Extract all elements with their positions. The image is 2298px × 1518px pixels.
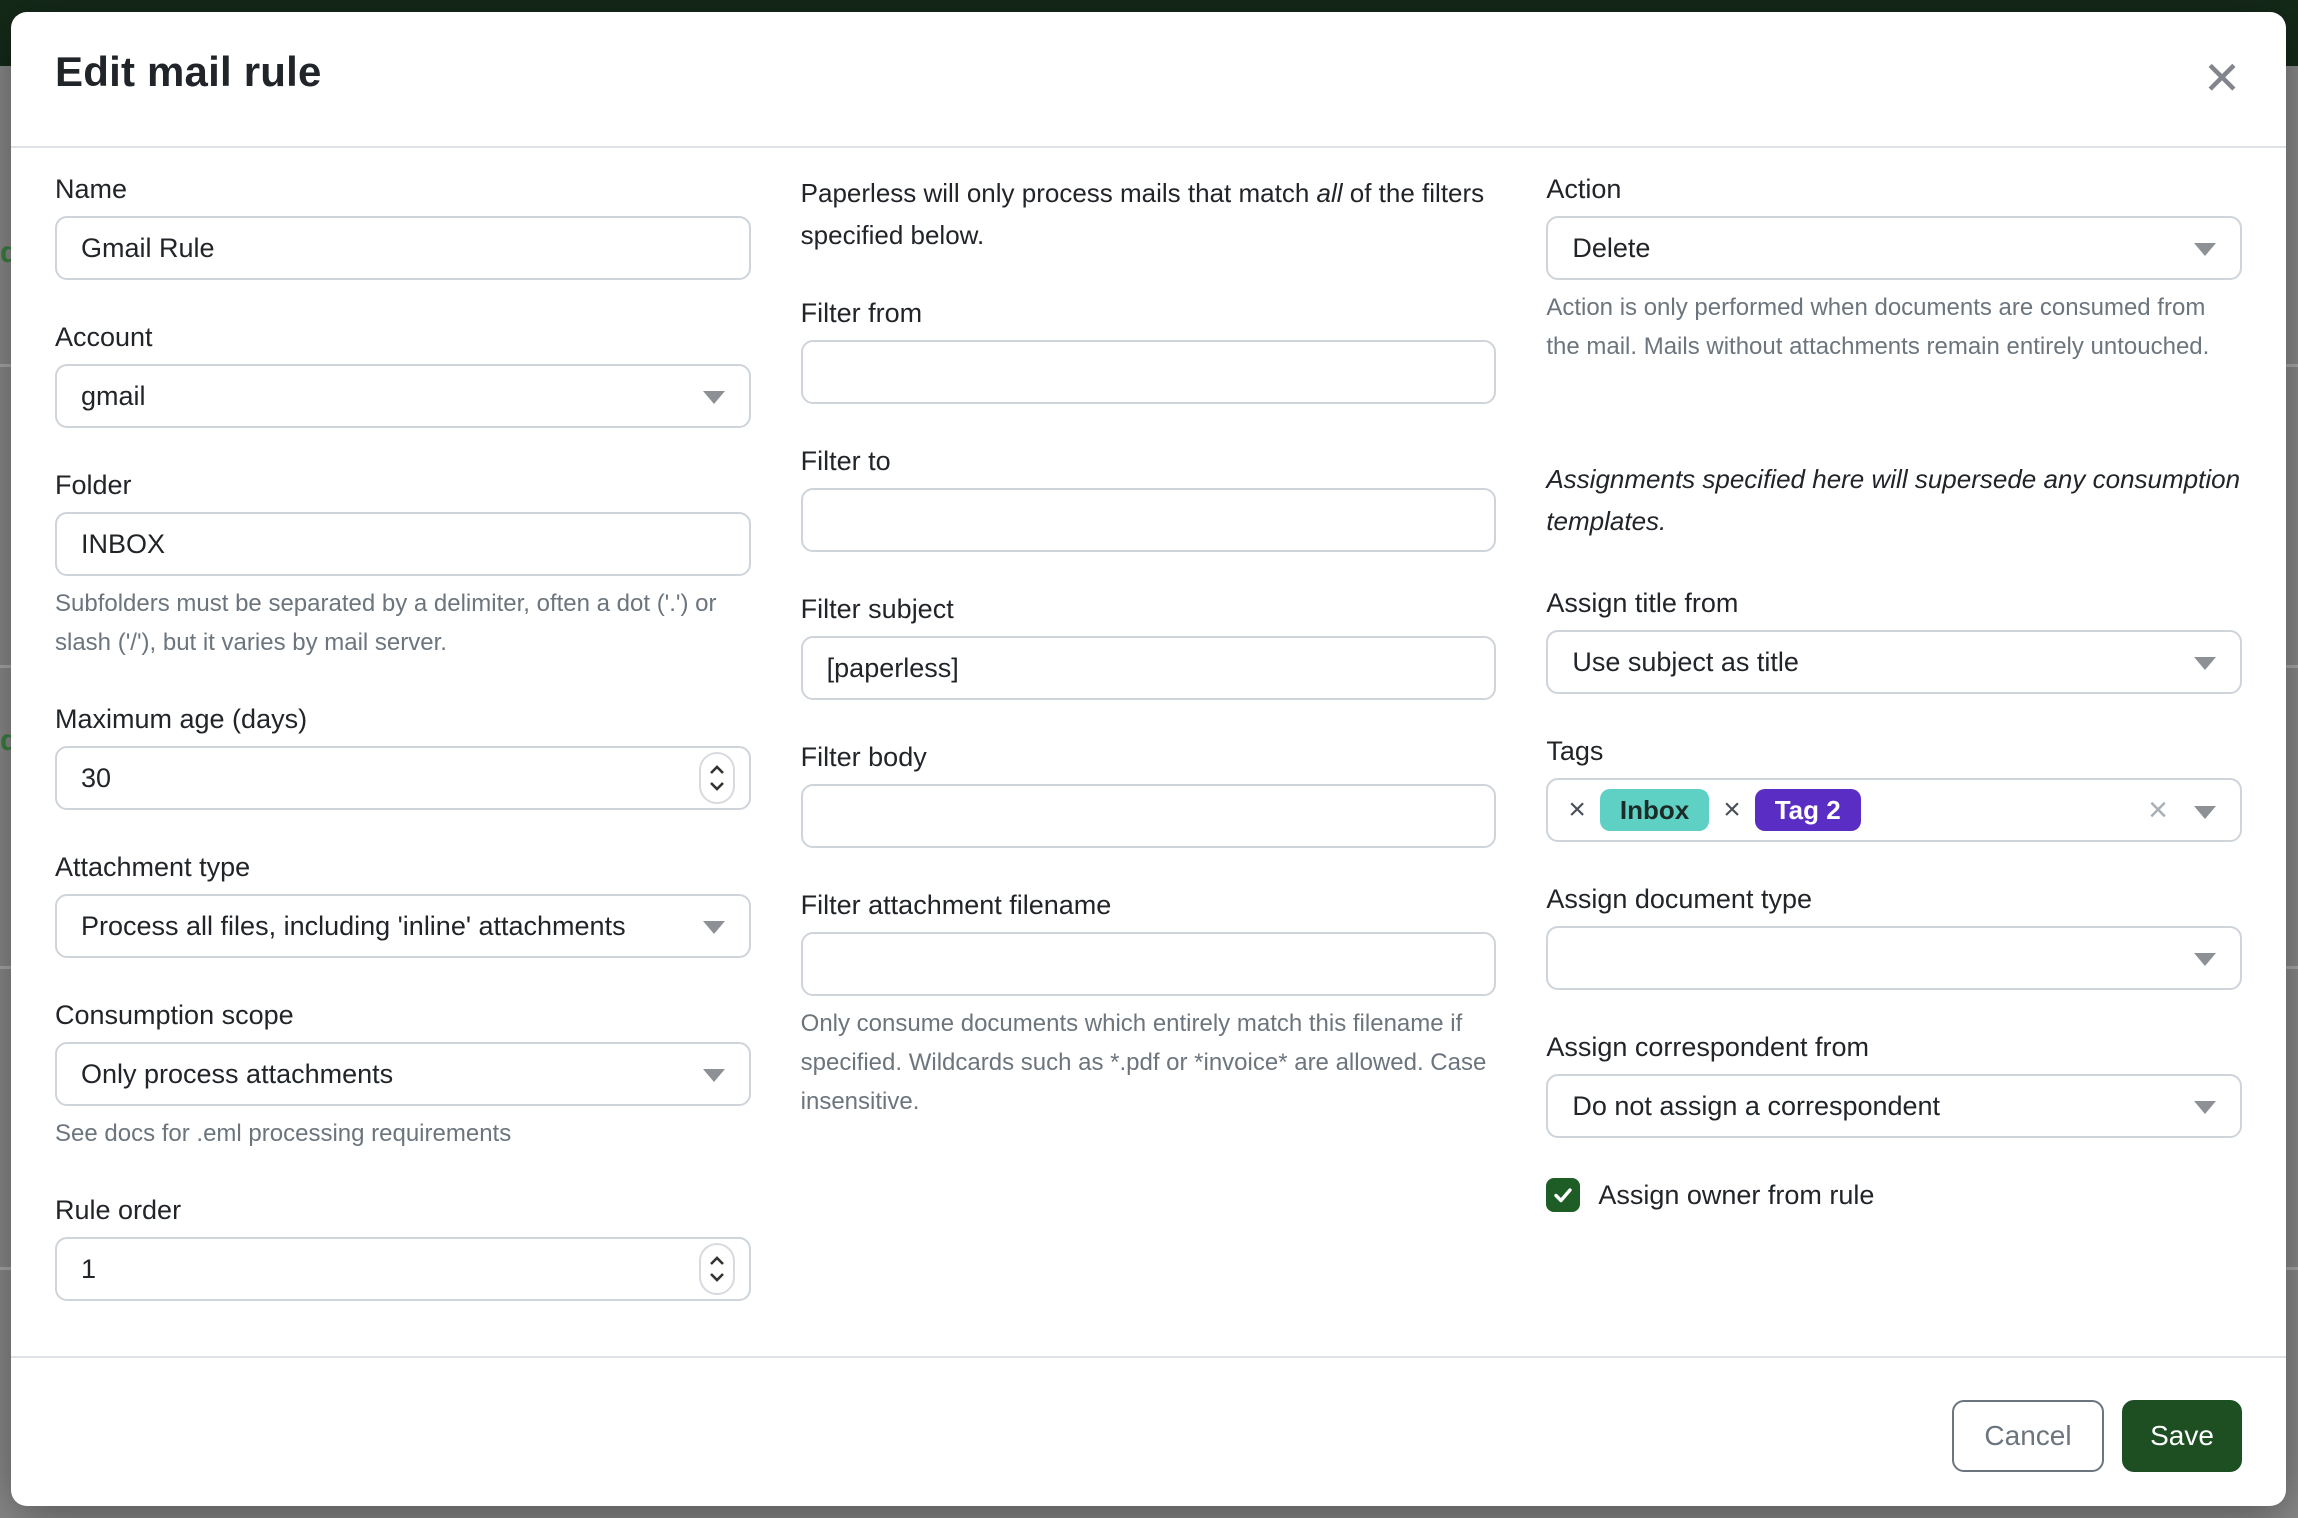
assign-correspondent-from-label: Assign correspondent from [1546, 1030, 2242, 1064]
number-stepper[interactable] [699, 752, 735, 804]
consumption-scope-select[interactable]: Only process attachments [55, 1042, 751, 1106]
tag-chip: Inbox [1600, 789, 1709, 831]
modal-title: Edit mail rule [55, 48, 2242, 96]
chevron-down-icon [2194, 657, 2216, 670]
account-label: Account [55, 320, 751, 354]
stepper-up-icon [707, 763, 727, 777]
stepper-down-icon [707, 779, 727, 793]
chevron-down-icon [2194, 243, 2216, 256]
action-select[interactable]: Delete [1546, 216, 2242, 280]
modal-body: Name Account gmail Folder [11, 148, 2286, 1356]
remove-tag-icon[interactable]: × [1723, 795, 1741, 825]
field-assign-document-type: Assign document type [1546, 882, 2242, 990]
field-action: Action Delete Action is only performed w… [1546, 172, 2242, 366]
action-label: Action [1546, 172, 2242, 206]
assign-title-from-label: Assign title from [1546, 586, 2242, 620]
rule-order-label: Rule order [55, 1193, 751, 1227]
consumption-scope-label: Consumption scope [55, 998, 751, 1032]
field-folder: Folder Subfolders must be separated by a… [55, 468, 751, 662]
chevron-down-icon [703, 391, 725, 404]
remove-tag-icon[interactable]: × [1568, 795, 1586, 825]
column-actions: Action Delete Action is only performed w… [1546, 172, 2242, 1356]
field-assign-correspondent-from: Assign correspondent from Do not assign … [1546, 1030, 2242, 1138]
assign-title-from-value: Use subject as title [1572, 647, 1799, 678]
filter-body-input[interactable] [803, 786, 1495, 846]
save-button[interactable]: Save [2122, 1400, 2242, 1472]
modal-footer: Cancel Save [11, 1356, 2286, 1506]
checkmark-icon [1552, 1184, 1574, 1206]
chevron-down-icon [2194, 806, 2216, 819]
column-filters: Paperless will only process mails that m… [801, 172, 1497, 1356]
name-input[interactable] [57, 218, 749, 278]
dimmed-background-page: d d Edit mail rule ✕ Name Account gmail [0, 0, 2298, 1518]
chevron-down-icon [2194, 1101, 2216, 1114]
filter-from-label: Filter from [801, 296, 1497, 330]
field-tags: Tags × Inbox × Tag 2 × [1546, 734, 2242, 842]
field-assign-title-from: Assign title from Use subject as title [1546, 586, 2242, 694]
folder-label: Folder [55, 468, 751, 502]
max-age-input[interactable] [57, 748, 749, 808]
chevron-down-icon [703, 1069, 725, 1082]
assign-title-from-select[interactable]: Use subject as title [1546, 630, 2242, 694]
field-attachment-type: Attachment type Process all files, inclu… [55, 850, 751, 958]
chevron-down-icon [2194, 953, 2216, 966]
filter-to-input[interactable] [803, 490, 1495, 550]
action-value: Delete [1572, 233, 1650, 264]
close-icon[interactable]: ✕ [2196, 52, 2248, 104]
account-value: gmail [81, 381, 146, 412]
field-account: Account gmail [55, 320, 751, 428]
assign-document-type-select[interactable] [1546, 926, 2242, 990]
field-filter-body: Filter body [801, 740, 1497, 848]
assign-owner-checkbox[interactable] [1546, 1178, 1580, 1212]
field-consumption-scope: Consumption scope Only process attachmen… [55, 998, 751, 1153]
modal-header: Edit mail rule ✕ [11, 12, 2286, 148]
assign-correspondent-from-select[interactable]: Do not assign a correspondent [1546, 1074, 2242, 1138]
assign-document-type-label: Assign document type [1546, 882, 2242, 916]
folder-input[interactable] [57, 514, 749, 574]
cancel-button[interactable]: Cancel [1952, 1400, 2104, 1472]
filter-attachment-filename-input[interactable] [803, 934, 1495, 994]
name-label: Name [55, 172, 751, 206]
column-general: Name Account gmail Folder [55, 172, 751, 1356]
max-age-label: Maximum age (days) [55, 702, 751, 736]
clear-tags-icon[interactable]: × [2148, 793, 2168, 827]
filter-from-input[interactable] [803, 342, 1495, 402]
assign-owner-row: Assign owner from rule [1546, 1178, 2242, 1212]
chevron-down-icon [703, 921, 725, 934]
folder-help-text: Subfolders must be separated by a delimi… [55, 584, 751, 662]
assignments-note: Assignments specified here will supersed… [1546, 458, 2242, 542]
assign-correspondent-from-value: Do not assign a correspondent [1572, 1091, 1940, 1122]
attachment-type-value: Process all files, including 'inline' at… [81, 911, 626, 942]
filter-body-label: Filter body [801, 740, 1497, 774]
consumption-scope-value: Only process attachments [81, 1059, 393, 1090]
tags-label: Tags [1546, 734, 2242, 768]
assign-owner-label: Assign owner from rule [1598, 1180, 1874, 1211]
attachment-type-label: Attachment type [55, 850, 751, 884]
field-name: Name [55, 172, 751, 280]
attachment-type-select[interactable]: Process all files, including 'inline' at… [55, 894, 751, 958]
field-filter-from: Filter from [801, 296, 1497, 404]
field-filter-subject: Filter subject [801, 592, 1497, 700]
number-stepper[interactable] [699, 1243, 735, 1295]
consumption-scope-help-text: See docs for .eml processing requirement… [55, 1114, 751, 1153]
account-select[interactable]: gmail [55, 364, 751, 428]
filter-attachment-filename-label: Filter attachment filename [801, 888, 1497, 922]
filter-subject-input[interactable] [803, 638, 1495, 698]
stepper-down-icon [707, 1270, 727, 1284]
action-help-text: Action is only performed when documents … [1546, 288, 2242, 366]
stepper-up-icon [707, 1254, 727, 1268]
edit-mail-rule-modal: Edit mail rule ✕ Name Account gmail [11, 12, 2286, 1506]
tags-multiselect[interactable]: × Inbox × Tag 2 × [1546, 778, 2242, 842]
rule-order-input[interactable] [57, 1239, 749, 1299]
filters-intro-text: Paperless will only process mails that m… [801, 172, 1497, 256]
field-filter-attachment-filename: Filter attachment filename Only consume … [801, 888, 1497, 1121]
filter-to-label: Filter to [801, 444, 1497, 478]
filter-subject-label: Filter subject [801, 592, 1497, 626]
field-filter-to: Filter to [801, 444, 1497, 552]
field-max-age: Maximum age (days) [55, 702, 751, 810]
field-rule-order: Rule order [55, 1193, 751, 1301]
tag-chip: Tag 2 [1755, 789, 1861, 831]
filter-attachment-filename-help-text: Only consume documents which entirely ma… [801, 1004, 1497, 1121]
